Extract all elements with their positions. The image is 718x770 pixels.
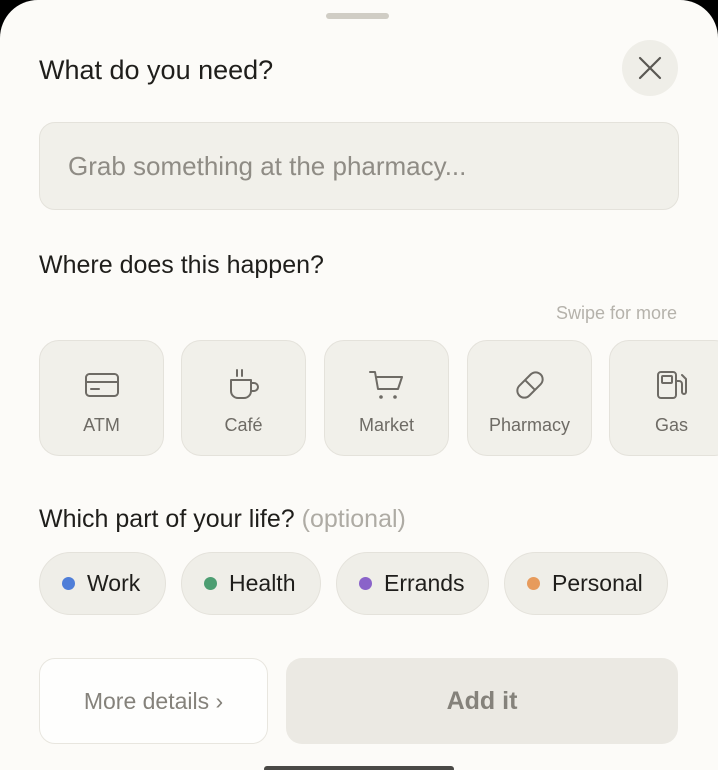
chip-errands[interactable]: Errands (336, 552, 489, 615)
chip-health[interactable]: Health (181, 552, 321, 615)
places-heading: Where does this happen? (39, 251, 324, 279)
place-card-market[interactable]: Market (324, 340, 449, 456)
color-dot (359, 577, 372, 590)
color-dot (204, 577, 217, 590)
place-carousel[interactable]: ATM Café Market Pharmacy Gas (39, 340, 718, 456)
coffee-cup-icon (229, 369, 259, 399)
shopping-cart-icon (368, 371, 403, 399)
chip-label: Work (87, 570, 141, 596)
add-task-sheet: What do you need? Where does this happen… (0, 0, 718, 770)
chip-label: Personal (552, 570, 643, 596)
place-label: ATM (83, 415, 120, 435)
chip-work[interactable]: Work (39, 552, 166, 615)
life-heading-text: Which part of your life? (39, 505, 295, 533)
place-card-gas[interactable]: Gas (609, 340, 718, 456)
task-input[interactable] (39, 122, 679, 210)
place-label: Gas (654, 415, 688, 435)
place-card-pharmacy[interactable]: Pharmacy (467, 340, 592, 456)
home-indicator (264, 766, 454, 770)
chip-label: Health (229, 570, 296, 596)
more-details-button[interactable]: More details › (39, 658, 268, 744)
place-label: Market (358, 415, 414, 435)
sheet-title: What do you need? (39, 55, 274, 85)
x-icon (638, 56, 662, 80)
pill-icon (515, 371, 544, 399)
credit-card-icon (84, 373, 119, 397)
life-heading: Which part of your life? (optional) (39, 504, 406, 534)
chip-label: Errands (384, 570, 465, 596)
fuel-pump-icon (656, 371, 687, 399)
close-button[interactable] (622, 40, 678, 96)
place-label: Pharmacy (488, 415, 571, 435)
chip-personal[interactable]: Personal (504, 552, 668, 615)
color-dot (527, 577, 540, 590)
sheet-grabber[interactable] (326, 13, 389, 19)
place-card-cafe[interactable]: Café (181, 340, 306, 456)
add-it-button[interactable]: Add it (286, 658, 678, 744)
color-dot (62, 577, 75, 590)
optional-tag: (optional) (301, 505, 406, 533)
swipe-hint: Swipe for more (555, 303, 677, 323)
place-label: Café (224, 415, 263, 435)
place-card-atm[interactable]: ATM (39, 340, 164, 456)
